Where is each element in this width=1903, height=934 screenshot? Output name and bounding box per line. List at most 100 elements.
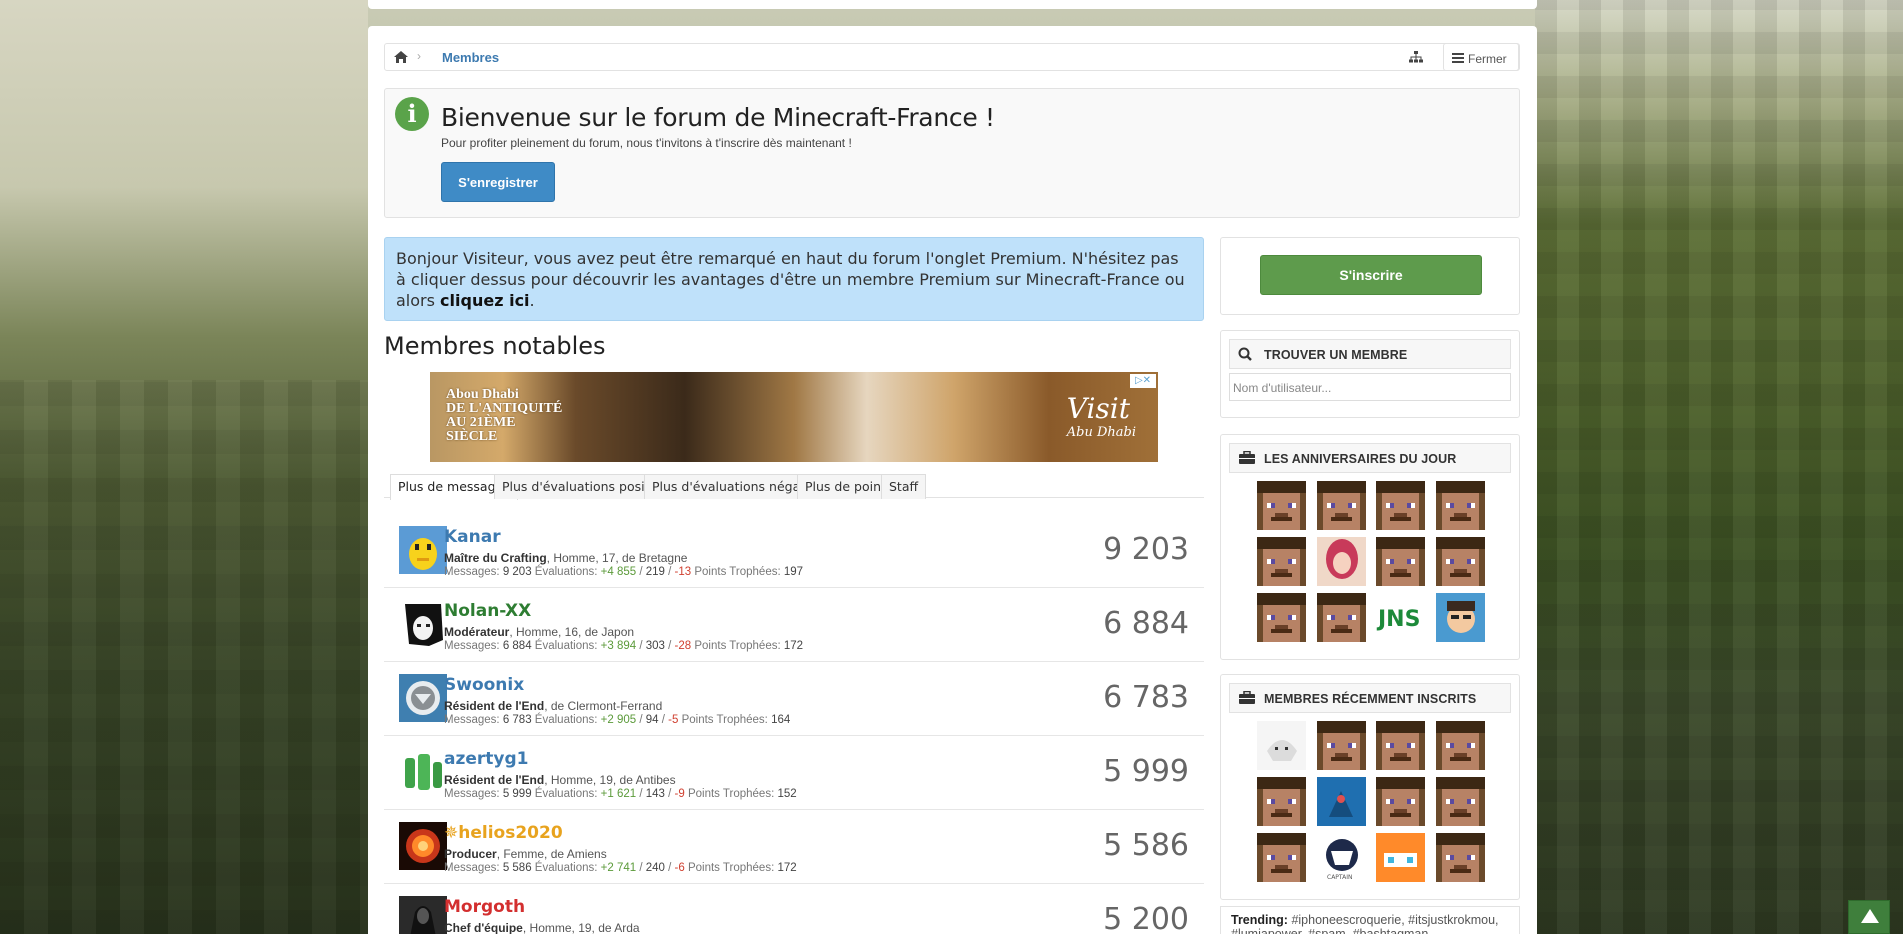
member-avatar[interactable] [399, 822, 447, 870]
member-avatar[interactable] [1376, 777, 1425, 826]
find-member-panel: TROUVER UN MEMBRE Nom d'utilisateur... [1220, 330, 1520, 418]
member-avatar[interactable] [1376, 721, 1425, 770]
register-button[interactable]: S'enregistrer [441, 162, 555, 202]
signup-button[interactable]: S'inscrire [1260, 255, 1482, 295]
breadcrumb-members-link[interactable]: Membres [442, 50, 499, 65]
notable-members-title: Membres notables [384, 332, 606, 360]
member-avatar[interactable] [1435, 481, 1485, 530]
member-avatar[interactable] [1376, 833, 1425, 882]
member-stats: Messages: 5 999 Évaluations: +1 621 / 14… [444, 788, 797, 800]
home-icon[interactable] [393, 50, 409, 64]
premium-end: . [529, 291, 535, 310]
member-row: ✵helios2020 Producer, Femme, de Amiens M… [384, 810, 1204, 884]
member-avatar[interactable] [399, 896, 447, 934]
member-name[interactable]: Morgoth [444, 897, 525, 917]
member-avatar[interactable] [1257, 721, 1306, 770]
ad-left-text: Abou Dhabi DE L'ANTIQUITÉ AU 21ÈME SIÈCLE [446, 387, 563, 444]
breadcrumb: › Membres Fermer [384, 43, 1520, 71]
search-icon [1238, 347, 1252, 361]
member-name[interactable]: ✵helios2020 [444, 823, 563, 843]
member-avatar[interactable] [1257, 481, 1306, 530]
member-avatar[interactable] [1257, 777, 1306, 826]
member-avatar[interactable] [1257, 833, 1306, 882]
member-stats: Messages: 5 586 Évaluations: +2 741 / 24… [444, 862, 797, 874]
member-name[interactable]: Nolan-XX [444, 601, 531, 621]
member-title: Modérateur, Homme, 16, de Japon [444, 625, 635, 639]
ad-choices-icon[interactable]: ▷✕ [1130, 374, 1156, 388]
member-avatar[interactable] [1257, 537, 1306, 586]
member-row: Kanar Maître du Crafting, Homme, 17, de … [384, 514, 1204, 588]
trending-panel: Trending: #iphoneescroquerie, #itsjustkr… [1220, 906, 1520, 934]
chevron-right-icon: › [417, 49, 421, 63]
member-avatar[interactable] [1435, 777, 1485, 826]
ad-right-text: Visit Abu Dhabi [1066, 392, 1136, 440]
close-button[interactable]: Fermer [1443, 43, 1519, 71]
close-label: Fermer [1468, 52, 1507, 66]
premium-link[interactable]: cliquez ici [440, 291, 529, 310]
member-avatar[interactable] [399, 674, 447, 722]
member-message-count: 5 586 [1103, 828, 1189, 863]
member-title: Résident de l'End, Homme, 19, de Antibes [444, 773, 676, 787]
background-right [1535, 0, 1903, 934]
member-avatar[interactable] [1435, 593, 1485, 642]
member-row: Morgoth Chef d'équipe, Homme, 19, de Ard… [384, 884, 1204, 934]
member-tabs: Plus de messages Plus d'évaluations posi… [384, 474, 1204, 500]
ad-banner[interactable]: Abou Dhabi DE L'ANTIQUITÉ AU 21ÈME SIÈCLE V… [430, 372, 1158, 462]
main-page: › Membres Fermer i Bienvenue sur le foru… [368, 26, 1537, 934]
username-search-input[interactable]: Nom d'utilisateur... [1229, 373, 1511, 401]
member-message-count: 9 203 [1103, 532, 1189, 567]
welcome-notice: i Bienvenue sur le forum de Minecraft-Fr… [384, 88, 1520, 218]
member-avatar[interactable] [1435, 833, 1485, 882]
info-icon: i [395, 97, 429, 131]
sitemap-icon[interactable] [1409, 50, 1423, 64]
signup-panel: S'inscrire [1220, 237, 1520, 315]
recent-members-panel: MEMBRES RÉCEMMENT INSCRITS CAPTAIN [1220, 674, 1520, 900]
member-title: Maître du Crafting, Homme, 17, de Bretag… [444, 551, 688, 565]
background-left [0, 0, 368, 934]
member-row: azertyg1 Résident de l'End, Homme, 19, d… [384, 736, 1204, 810]
welcome-text: Pour profiter pleinement du forum, nous … [441, 136, 852, 150]
member-avatar[interactable] [1435, 537, 1485, 586]
member-avatar[interactable] [1316, 721, 1366, 770]
member-message-count: 5 999 [1103, 754, 1189, 789]
scroll-to-top-button[interactable] [1848, 900, 1890, 934]
svg-text:CAPTAIN: CAPTAIN [1327, 874, 1352, 881]
welcome-title: Bienvenue sur le forum de Minecraft-Fran… [441, 103, 995, 132]
member-stats: Messages: 6 884 Évaluations: +3 894 / 30… [444, 640, 804, 652]
member-avatar[interactable] [1376, 537, 1425, 586]
member-avatar[interactable] [1435, 721, 1485, 770]
member-avatar[interactable] [1316, 593, 1366, 642]
premium-notice: Bonjour Visiteur, vous avez peut être re… [384, 237, 1204, 321]
member-row: Swoonix Résident de l'End, de Clermont-F… [384, 662, 1204, 736]
member-avatar[interactable]: CAPTAIN [1316, 833, 1366, 882]
member-message-count: 6 884 [1103, 606, 1189, 641]
list-icon [1452, 53, 1464, 63]
member-avatar[interactable] [1316, 537, 1366, 586]
tab-staff[interactable]: Staff [881, 474, 927, 499]
briefcase-icon [1239, 691, 1255, 704]
member-name[interactable]: Swoonix [444, 675, 524, 695]
birthdays-title: LES ANNIVERSAIRES DU JOUR [1229, 443, 1511, 473]
member-avatar[interactable] [1257, 593, 1306, 642]
member-name[interactable]: azertyg1 [444, 749, 529, 769]
member-title: Producer, Femme, de Amiens [444, 847, 607, 861]
member-avatar[interactable] [1316, 777, 1366, 826]
member-list: Kanar Maître du Crafting, Homme, 17, de … [384, 514, 1204, 934]
birthdays-panel: LES ANNIVERSAIRES DU JOUR JNS [1220, 434, 1520, 660]
member-avatar[interactable] [1316, 481, 1366, 530]
member-message-count: 5 200 [1103, 902, 1189, 934]
member-name[interactable]: Kanar [444, 527, 501, 547]
member-avatar[interactable] [1376, 481, 1425, 530]
member-stats: Messages: 9 203 Évaluations: +4 855 / 21… [444, 566, 804, 578]
svg-text:JNS: JNS [1376, 607, 1420, 632]
member-title: Chef d'équipe, Homme, 19, de Arda [444, 921, 640, 934]
member-avatar[interactable] [399, 526, 447, 574]
member-avatar[interactable]: JNS [1376, 593, 1425, 642]
member-message-count: 6 783 [1103, 680, 1189, 715]
recent-members-title: MEMBRES RÉCEMMENT INSCRITS [1229, 683, 1511, 713]
member-stats: Messages: 6 783 Évaluations: +2 905 / 94… [444, 714, 791, 726]
member-avatar[interactable] [399, 748, 447, 796]
member-avatar[interactable] [399, 600, 447, 648]
member-row: Nolan-XX Modérateur, Homme, 16, de Japon… [384, 588, 1204, 662]
briefcase-icon [1239, 451, 1255, 464]
